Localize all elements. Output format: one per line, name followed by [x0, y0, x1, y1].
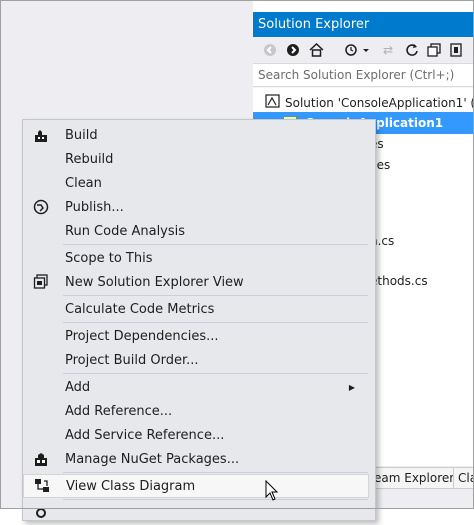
menu-item-label: Clean — [65, 175, 102, 191]
menu-item-view-class-diagram[interactable]: View Class Diagram — [23, 474, 369, 498]
menu-item-label: New Solution Explorer View — [65, 274, 244, 290]
build-icon — [33, 127, 49, 143]
settings-gear-icon — [33, 505, 49, 521]
submenu-arrow-icon: ▶ — [348, 382, 355, 392]
history-dropdown-icon[interactable] — [344, 42, 372, 58]
menu-item-publish[interactable]: Publish... — [23, 195, 369, 219]
menu-item-add-reference[interactable]: Add Reference... — [23, 399, 369, 423]
menu-item-label: Scope to This — [65, 250, 153, 266]
home-icon[interactable] — [308, 42, 324, 58]
menu-item-label: Project Dependencies... — [65, 328, 219, 344]
forward-icon[interactable] — [285, 42, 301, 58]
menu-item-add[interactable]: Add ▶ — [23, 375, 369, 399]
menu-item-rebuild[interactable]: Rebuild — [23, 147, 369, 171]
menu-item-manage-nuget-packages[interactable]: Manage NuGet Packages... — [23, 447, 369, 471]
solution-explorer-title: Solution Explorer — [253, 12, 474, 37]
menu-item-add-service-reference[interactable]: Add Service Reference... — [23, 423, 369, 447]
menu-item-label: Manage NuGet Packages... — [65, 451, 240, 467]
new-view-icon — [33, 274, 49, 290]
menu-item-label: Rebuild — [65, 151, 114, 167]
project-context-menu: Build Rebuild Clean Publish... Run Code … — [22, 119, 376, 521]
menu-item-clipped[interactable] — [23, 501, 369, 525]
sync-icon[interactable]: ⇄ — [380, 42, 396, 58]
solution-node-label: Solution 'ConsoleApplication1' ( — [285, 96, 474, 110]
menu-item-scope-to-this[interactable]: Scope to This — [23, 246, 369, 270]
tab-team-explorer[interactable]: eam Explorer — [369, 467, 460, 489]
menu-separator — [63, 499, 368, 500]
menu-item-project-dependencies[interactable]: Project Dependencies... — [23, 324, 369, 348]
menu-item-label: Add Service Reference... — [65, 427, 225, 443]
class-diagram-icon — [34, 478, 50, 494]
menu-item-label: Run Code Analysis — [65, 223, 186, 239]
menu-item-label: View Class Diagram — [66, 478, 196, 494]
menu-item-label: Calculate Code Metrics — [65, 301, 215, 317]
refresh-icon[interactable] — [404, 42, 420, 58]
solution-explorer-toolbar: ⇄ — [253, 37, 474, 63]
menu-item-new-solution-explorer-view[interactable]: New Solution Explorer View — [23, 270, 369, 294]
menu-item-label: Add Reference... — [65, 403, 173, 419]
show-all-files-icon[interactable] — [448, 42, 464, 58]
menu-separator — [63, 244, 368, 245]
search-input[interactable]: Search Solution Explorer (Ctrl+;) — [253, 63, 474, 87]
menu-item-build[interactable]: Build — [23, 123, 369, 147]
menu-separator — [63, 322, 368, 323]
solution-node[interactable]: Solution 'ConsoleApplication1' ( — [265, 92, 474, 114]
mouse-pointer-icon — [265, 480, 279, 501]
menu-item-label: Publish... — [65, 199, 124, 215]
tab-class-view[interactable]: Cla — [453, 467, 474, 489]
menu-item-label: Build — [65, 127, 98, 143]
menu-separator — [63, 295, 368, 296]
menu-item-clean[interactable]: Clean — [23, 171, 369, 195]
menu-item-label: Add — [65, 379, 91, 395]
menu-separator — [63, 472, 368, 473]
nuget-icon — [33, 451, 49, 467]
collapse-all-icon[interactable] — [426, 42, 442, 58]
menu-item-calculate-code-metrics[interactable]: Calculate Code Metrics — [23, 297, 369, 321]
menu-item-project-build-order[interactable]: Project Build Order... — [23, 348, 369, 372]
menu-item-run-code-analysis[interactable]: Run Code Analysis — [23, 219, 369, 243]
menu-item-label: Project Build Order... — [65, 352, 199, 368]
tree-item-partial[interactable]: ethods.cs — [370, 270, 428, 292]
back-icon[interactable] — [262, 42, 278, 58]
publish-globe-icon — [33, 199, 49, 215]
menu-separator — [63, 373, 368, 374]
